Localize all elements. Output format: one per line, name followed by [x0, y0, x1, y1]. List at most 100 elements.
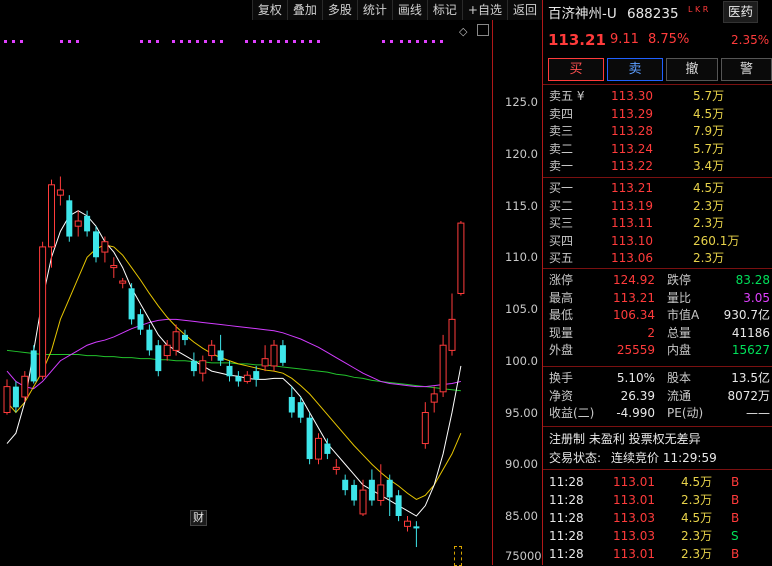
- candle[interactable]: [93, 226, 99, 263]
- stat-label: 市值A: [667, 308, 700, 322]
- candle[interactable]: [306, 412, 313, 465]
- ask-volume: 5.7万: [693, 141, 725, 156]
- sector-change: 2.35%: [731, 33, 770, 47]
- sector-button[interactable]: 医药: [723, 1, 759, 23]
- stat-label: 内盘: [667, 343, 692, 357]
- trade-price: 113.03: [613, 529, 655, 543]
- stat-label: 总量: [667, 325, 692, 340]
- bid-label: 买二: [549, 198, 574, 213]
- candle[interactable]: [413, 521, 420, 548]
- candle[interactable]: [368, 469, 375, 506]
- signal-dot: [12, 40, 15, 43]
- toolbar-button-0[interactable]: 复权: [251, 0, 287, 20]
- kline-chart[interactable]: ◇ 财 125.0 120.0 115.0 110.0 105.0 100.0 95.00 9…: [0, 0, 542, 566]
- candle[interactable]: [137, 309, 144, 335]
- stat-value: 26.39: [620, 388, 655, 403]
- checkbox-icon[interactable]: [477, 24, 489, 36]
- bid-volume: 2.3万: [693, 251, 725, 265]
- candle[interactable]: [243, 371, 251, 384]
- candle[interactable]: [226, 360, 233, 382]
- financial-report-marker[interactable]: 财: [190, 510, 207, 526]
- candle[interactable]: [457, 221, 465, 296]
- trade-row: 11:28 113.01 2.3万 B: [543, 545, 772, 563]
- signal-dot: [140, 40, 143, 43]
- ask-label: 卖四: [549, 106, 574, 121]
- candle[interactable]: [146, 324, 153, 356]
- signal-dot: [408, 40, 411, 43]
- volume-axis-label: 75000: [505, 549, 542, 563]
- candle[interactable]: [56, 176, 64, 206]
- candle[interactable]: [386, 474, 393, 516]
- candle[interactable]: [324, 438, 331, 460]
- signal-dot: [4, 40, 7, 43]
- candle[interactable]: [261, 345, 269, 372]
- ask-price: 113.24: [611, 141, 653, 156]
- buy-button[interactable]: 买: [548, 58, 604, 81]
- kline-plot[interactable]: [0, 0, 492, 565]
- signal-dot: [309, 40, 312, 43]
- signal-dot: [148, 40, 151, 43]
- alert-button[interactable]: 警: [721, 58, 772, 81]
- diamond-icon[interactable]: ◇: [459, 25, 467, 38]
- toolbar-button-1[interactable]: 叠加: [286, 0, 322, 20]
- candle[interactable]: [439, 334, 447, 397]
- signal-dot: [424, 40, 427, 43]
- candle[interactable]: [315, 433, 322, 465]
- signal-dot: [400, 40, 403, 43]
- toolbar-button-6[interactable]: +自选: [461, 0, 507, 20]
- candle[interactable]: [101, 236, 109, 263]
- candle[interactable]: [48, 179, 55, 268]
- candle[interactable]: [190, 352, 197, 377]
- candle[interactable]: [155, 340, 162, 377]
- candle[interactable]: [359, 479, 367, 516]
- candle[interactable]: [66, 195, 73, 242]
- stock-tag: L K R: [688, 5, 709, 14]
- toolbar-button-7[interactable]: 返回: [506, 0, 542, 20]
- toolbar-button-2[interactable]: 多股: [321, 0, 357, 20]
- stat-value: 25559: [616, 343, 655, 357]
- candle[interactable]: [208, 340, 216, 361]
- candle[interactable]: [332, 459, 340, 475]
- candle[interactable]: [235, 371, 242, 387]
- stat-label: 最低: [549, 308, 574, 322]
- candle[interactable]: [119, 277, 127, 289]
- sell-button[interactable]: 卖: [607, 58, 663, 81]
- candle[interactable]: [421, 402, 429, 449]
- candle[interactable]: [288, 386, 295, 418]
- candle[interactable]: [39, 241, 47, 380]
- trade-time: 11:28: [549, 547, 584, 561]
- candle[interactable]: [3, 379, 11, 415]
- candle[interactable]: [448, 293, 456, 356]
- candle[interactable]: [30, 345, 37, 384]
- stat-value: ——: [746, 406, 770, 420]
- candle[interactable]: [342, 474, 349, 496]
- candle[interactable]: [182, 329, 188, 346]
- trade-direction: B: [731, 475, 740, 489]
- bid-price: 113.21: [611, 181, 653, 195]
- candle[interactable]: [351, 479, 358, 506]
- price-row: 113.21 9.11 8.75% 2.35%: [543, 29, 772, 51]
- toolbar-button-5[interactable]: 标记: [426, 0, 462, 20]
- stat-value: 113.21: [613, 290, 655, 305]
- moving-averages: [6, 210, 462, 517]
- candle[interactable]: [74, 210, 82, 237]
- candle[interactable]: [128, 283, 135, 325]
- y-tick-label: 95.00: [505, 405, 538, 420]
- cancel-order-button[interactable]: 撤: [666, 58, 718, 81]
- bid-price: 113.06: [611, 251, 653, 265]
- toolbar-button-4[interactable]: 画线: [391, 0, 427, 20]
- candle[interactable]: [395, 490, 402, 522]
- signal-dot: [277, 40, 280, 43]
- trade-volume: 4.5万: [681, 511, 713, 525]
- candle[interactable]: [279, 340, 286, 366]
- candle[interactable]: [404, 516, 411, 532]
- candle[interactable]: [253, 365, 260, 387]
- candle[interactable]: [110, 257, 118, 278]
- candle[interactable]: [199, 355, 207, 382]
- bid-price: 113.11: [611, 216, 653, 230]
- toolbar-button-3[interactable]: 统计: [356, 0, 392, 20]
- trade-row: 11:28 113.01 4.5万 B: [543, 473, 772, 491]
- candle[interactable]: [12, 381, 19, 413]
- candle[interactable]: [430, 386, 438, 413]
- candle[interactable]: [217, 334, 224, 366]
